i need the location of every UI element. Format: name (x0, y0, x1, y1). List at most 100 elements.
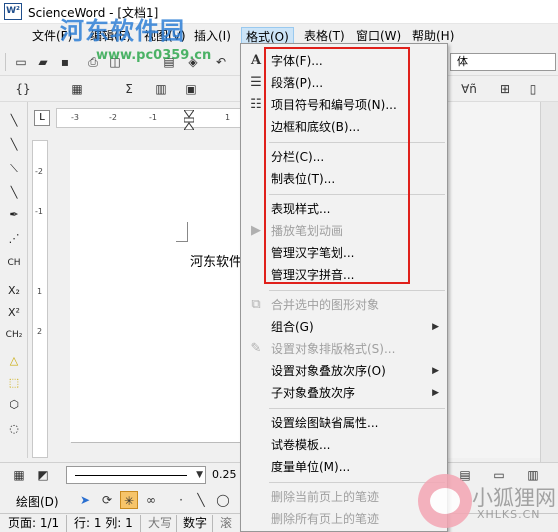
select-arrow-icon[interactable]: ➤ (76, 491, 94, 509)
menu-item-label: 设置对象叠放次序(O) (271, 364, 386, 378)
document-page[interactable] (70, 150, 246, 442)
ruler-number: -2 (35, 167, 43, 176)
ruler-number: -3 (71, 113, 79, 122)
horizontal-ruler[interactable]: -3 -2 -1 1 (56, 108, 246, 128)
menu-item-label: 删除当前页上的笔迹 (271, 490, 380, 504)
undo-icon[interactable]: ↶ (212, 53, 230, 71)
new-document-icon[interactable]: ▭ (12, 53, 30, 71)
hexagon-icon[interactable]: ⬡ (5, 396, 23, 414)
menu-item-label: 合并选中的图形对象 (271, 298, 380, 312)
triangle-icon[interactable]: △ (5, 352, 23, 370)
menu-item-label: 设置对象排版格式(S)... (271, 342, 396, 356)
font-icon: A (250, 53, 262, 68)
logic-symbols-icon[interactable]: ∀ñ (454, 80, 484, 98)
node-icon[interactable]: ∞ (142, 491, 160, 509)
watermark-site-name: 河东软件园 (60, 17, 185, 45)
draw-menu-button[interactable]: 绘图(D) (16, 493, 59, 510)
status-divider (140, 515, 141, 532)
menu-item-label: 设置绘图缺省属性... (271, 416, 379, 430)
app-icon[interactable]: W² (4, 3, 22, 20)
indent-marker-icon[interactable] (183, 109, 195, 131)
menu-insert[interactable]: 插入(I) (190, 27, 235, 46)
menu-item-label: 度量单位(M)... (271, 460, 351, 474)
line-sample (75, 475, 187, 476)
menu-item-child-order[interactable]: 子对象叠放次序 ▶ (241, 382, 447, 404)
dot-icon[interactable]: · (172, 491, 190, 509)
subscript-icon[interactable]: X₂ (5, 282, 23, 300)
menu-separator (269, 408, 445, 409)
menu-item-label: 组合(G) (271, 320, 314, 334)
dashed-line-icon[interactable]: ⋰ (5, 230, 23, 248)
square-icon[interactable]: ⬚ (5, 374, 23, 392)
fraction-icon[interactable]: ▣ (182, 80, 200, 98)
double-line-icon[interactable]: ⟍ (5, 160, 23, 178)
watermark-url: www.pc0359.cn (96, 48, 212, 63)
menu-item-label: 删除所有页上的笔迹 (271, 512, 380, 526)
bold-line-icon[interactable]: ╲ (5, 184, 23, 202)
menu-item-delete-page-ink: 删除当前页上的笔迹 (241, 486, 447, 508)
superscript-icon[interactable]: X² (5, 304, 23, 322)
menu-item-object-layout: ✎ 设置对象排版格式(S)... (241, 338, 447, 360)
status-divider (176, 515, 177, 532)
menu-item-group[interactable]: 组合(G) ▶ (241, 316, 447, 338)
ellipse-icon[interactable]: ◯ (214, 491, 232, 509)
fox-logo-icon (418, 474, 472, 528)
menu-separator (269, 482, 445, 483)
menu-item-label: 子对象叠放次序 (271, 386, 356, 400)
panel-icon[interactable]: ▯ (524, 80, 542, 98)
scatter-icon[interactable]: ✳ (120, 491, 138, 509)
submenu-arrow-icon: ▶ (432, 322, 439, 332)
toolbar-grip (5, 53, 6, 71)
grid-toggle-icon[interactable]: ▦ (10, 466, 28, 484)
bracket-icon[interactable]: {} (14, 80, 32, 98)
menu-item-object-order[interactable]: 设置对象叠放次序(O) ▶ (241, 360, 447, 382)
line-tool-icon[interactable]: ╲ (5, 112, 23, 130)
ruler-number: -1 (35, 207, 43, 216)
status-num: 数字 (183, 516, 208, 530)
vector-icon[interactable]: ▦ (68, 80, 86, 98)
save-icon[interactable]: ▪ (56, 53, 74, 71)
menu-separator (269, 290, 445, 291)
chem-ch-icon[interactable]: CH (5, 254, 23, 272)
open-folder-icon[interactable]: ▰ (34, 53, 52, 71)
status-divider (212, 515, 213, 532)
paragraph-icon: ☰ (250, 75, 262, 90)
circle-icon[interactable]: ◌ (5, 420, 23, 438)
ruler-number: 1 (37, 287, 43, 296)
vertical-ruler[interactable]: -2 -1 1 2 (32, 140, 48, 458)
edit-shape-icon[interactable]: ◩ (34, 466, 52, 484)
tab-stop-selector[interactable]: L (34, 110, 50, 126)
chevron-down-icon: ▼ (196, 470, 203, 480)
status-scroll: 滚 (220, 516, 233, 530)
sum-icon[interactable]: Σ (120, 80, 138, 98)
font-combo[interactable]: 体 (450, 53, 556, 71)
thick-line-icon[interactable]: ╲ (5, 136, 23, 154)
annotation-highlight-box (264, 47, 410, 284)
menu-item-exam-template[interactable]: 试卷模板... (241, 434, 447, 456)
margin-corner-mark (176, 222, 188, 242)
menu-item-label: 试卷模板... (271, 438, 331, 452)
menu-item-units[interactable]: 度量单位(M)... (241, 456, 447, 478)
submenu-arrow-icon: ▶ (432, 366, 439, 376)
status-caps: 大写 (148, 516, 173, 530)
watermark-brand-url: XHLKS.CN (477, 508, 541, 521)
line-width-value[interactable]: 0.25 (212, 468, 237, 481)
fox-face (430, 488, 460, 514)
line-style-combo[interactable]: ▼ (66, 466, 206, 484)
document-text[interactable]: 河东软件 (190, 251, 242, 270)
drawing-tools-panel: ╲ ╲ ⟍ ╲ ✒ ⋰ CH X₂ X² CH₂ △ ⬚ ⬡ ◌ (0, 102, 28, 458)
menu-item-merge-objects: ⧉ 合并选中的图形对象 (241, 294, 447, 316)
status-divider (66, 515, 67, 532)
pen-tool-icon[interactable]: ✒ (5, 206, 23, 224)
line-icon[interactable]: ╲ (192, 491, 210, 509)
vertical-scrollbar[interactable] (540, 102, 558, 462)
play-icon: ▶ (251, 223, 261, 238)
menu-item-delete-all-ink: 删除所有页上的笔迹 (241, 508, 447, 530)
ruler-number: 1 (225, 113, 231, 122)
matrix-icon[interactable]: ▥ (152, 80, 170, 98)
ruler-number: 2 (37, 327, 43, 336)
rotate-icon[interactable]: ⟳ (98, 491, 116, 509)
chem-ch2-icon[interactable]: CH₂ (5, 326, 23, 344)
grid-icon[interactable]: ⊞ (496, 80, 514, 98)
menu-item-drawing-defaults[interactable]: 设置绘图缺省属性... (241, 412, 447, 434)
